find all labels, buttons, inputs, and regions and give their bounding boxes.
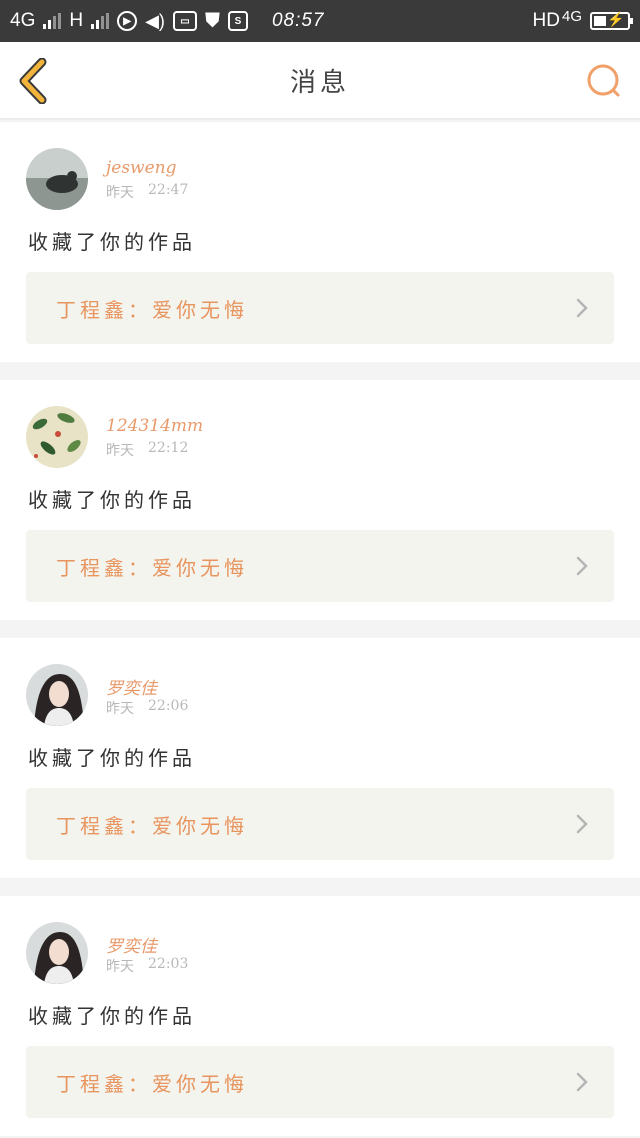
message-card: 罗奕佳 昨天 22:03 收藏了你的作品 丁程鑫：爱你无悔 (0, 896, 640, 1136)
timestamp: 昨天 22:47 (106, 182, 188, 202)
timestamp: 昨天 22:12 (106, 440, 188, 460)
status-bar: 4G H ▶ ◀) ▭ ⛊ S 08:57 HD 4G ⚡ (0, 0, 640, 42)
page-title: 消息 (289, 67, 350, 98)
play-icon: ▶ (117, 11, 138, 31)
action-text: 收藏了你的作品 (28, 488, 196, 512)
message-card: 罗奕佳 昨天 22:06 收藏了你的作品 丁程鑫：爱你无悔 (0, 638, 640, 878)
timestamp-time: 22:06 (148, 698, 189, 714)
message-card: 124314mm 昨天 22:12 收藏了你的作品 丁程鑫：爱你无悔 (0, 380, 640, 620)
action-text: 收藏了你的作品 (28, 1004, 196, 1028)
action-text: 收藏了你的作品 (28, 746, 196, 770)
timestamp-time: 22:03 (148, 956, 189, 972)
shield-icon: ⛊ (204, 9, 220, 32)
message-card: jesweng 昨天 22:47 收藏了你的作品 丁程鑫：爱你无悔 (0, 122, 640, 362)
s-app-icon: S (227, 11, 248, 31)
username[interactable]: 124314mm (106, 416, 203, 436)
timestamp-day: 昨天 (106, 185, 134, 201)
avatar[interactable] (26, 922, 88, 984)
volume-icon: ◀) (145, 10, 165, 31)
signal-icon (43, 13, 62, 29)
username[interactable]: 罗奕佳 (106, 674, 157, 699)
work-title: 丁程鑫：爱你无悔 (56, 297, 248, 322)
chevron-right-icon (576, 814, 588, 834)
search-icon (587, 64, 620, 97)
message-list: jesweng 昨天 22:47 收藏了你的作品 丁程鑫：爱你无悔 124314… (0, 122, 640, 1138)
chevron-right-icon (576, 1072, 588, 1092)
search-button[interactable] (584, 62, 624, 102)
timestamp-time: 22:12 (148, 440, 189, 456)
chevron-left-icon (19, 57, 47, 105)
action-text: 收藏了你的作品 (28, 230, 196, 254)
timestamp: 昨天 22:03 (106, 956, 188, 976)
clock: 08:57 (271, 10, 325, 31)
work-link[interactable]: 丁程鑫：爱你无悔 (26, 272, 614, 344)
battery-icon: ⚡ (590, 11, 633, 30)
network-right-label: 4G (561, 7, 582, 25)
app-header: 消息 (0, 42, 640, 120)
back-button[interactable] (16, 57, 50, 105)
work-title: 丁程鑫：爱你无悔 (56, 813, 248, 838)
work-link[interactable]: 丁程鑫：爱你无悔 (26, 530, 614, 602)
chevron-right-icon (576, 298, 588, 318)
app-icon: ▭ (172, 11, 197, 31)
avatar[interactable] (26, 148, 88, 210)
work-title: 丁程鑫：爱你无悔 (56, 555, 248, 580)
work-title: 丁程鑫：爱你无悔 (56, 1071, 248, 1096)
timestamp-day: 昨天 (106, 959, 134, 975)
timestamp-day: 昨天 (106, 701, 134, 717)
network-label: 4G (10, 10, 36, 31)
work-link[interactable]: 丁程鑫：爱你无悔 (26, 1046, 614, 1118)
timestamp-time: 22:47 (148, 182, 189, 198)
avatar[interactable] (26, 664, 88, 726)
username[interactable]: jesweng (106, 158, 177, 178)
network-label-2: H (69, 10, 84, 31)
work-link[interactable]: 丁程鑫：爱你无悔 (26, 788, 614, 860)
avatar[interactable] (26, 406, 88, 468)
chevron-right-icon (576, 556, 588, 576)
signal-icon-2 (91, 13, 110, 29)
timestamp-day: 昨天 (106, 443, 134, 459)
hd-label: HD (532, 10, 560, 31)
username[interactable]: 罗奕佳 (106, 932, 157, 957)
timestamp: 昨天 22:06 (106, 698, 188, 718)
